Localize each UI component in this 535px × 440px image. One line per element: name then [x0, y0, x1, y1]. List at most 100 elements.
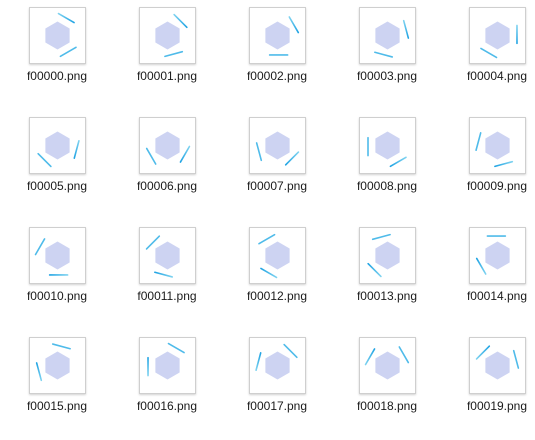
file-name-label[interactable]: f00001.png	[110, 69, 224, 84]
hexagon-shape	[155, 241, 180, 270]
file-item[interactable]: f00001.png	[110, 0, 220, 110]
file-name-label[interactable]: f00009.png	[440, 179, 535, 194]
hexagon-shape	[485, 241, 510, 270]
outer-arc	[365, 15, 381, 30]
file-item[interactable]: f00008.png	[330, 110, 440, 220]
png-thumbnail[interactable]	[249, 227, 306, 284]
file-name-label[interactable]: f00016.png	[110, 399, 224, 414]
file-item[interactable]: f00000.png	[0, 0, 110, 110]
png-thumbnail[interactable]	[29, 117, 86, 174]
file-item[interactable]: f00009.png	[440, 110, 535, 220]
outer-arc	[260, 267, 278, 279]
outer-arc	[503, 123, 518, 139]
file-item[interactable]: f00015.png	[0, 330, 110, 440]
outer-arc	[59, 46, 77, 58]
outer-arc	[73, 139, 80, 159]
file-item[interactable]: f00014.png	[440, 220, 535, 330]
outer-arc	[68, 236, 80, 254]
hexagon-shape	[45, 241, 70, 270]
hexagon-logo-icon	[258, 233, 298, 279]
outer-arc	[145, 22, 152, 42]
file-item[interactable]: f00017.png	[220, 330, 330, 440]
hexagon-shape	[155, 21, 180, 50]
file-item[interactable]: f00012.png	[220, 220, 330, 330]
file-item[interactable]: f00005.png	[0, 110, 110, 220]
file-name-label[interactable]: f00005.png	[0, 179, 114, 194]
png-thumbnail[interactable]	[359, 337, 416, 394]
hexagon-logo-icon	[365, 15, 410, 58]
outer-arc	[512, 349, 520, 369]
hexagon-logo-icon	[145, 125, 191, 165]
hexagon-shape	[155, 351, 180, 380]
file-item[interactable]: f00007.png	[220, 110, 330, 220]
file-name-label[interactable]: f00018.png	[330, 399, 444, 414]
png-thumbnail[interactable]	[249, 337, 306, 394]
file-item[interactable]: f00019.png	[440, 330, 535, 440]
file-icon-grid: f00000.png f00001.png f00002.png f00003.png…	[0, 0, 535, 440]
png-thumbnail[interactable]	[359, 227, 416, 284]
outer-arc	[255, 352, 262, 372]
file-name-label[interactable]: f00004.png	[440, 69, 535, 84]
file-name-label[interactable]: f00011.png	[110, 289, 224, 304]
file-name-label[interactable]: f00010.png	[0, 289, 114, 304]
png-thumbnail[interactable]	[249, 7, 306, 64]
outer-arc	[268, 54, 289, 56]
hexagon-logo-icon	[478, 13, 518, 59]
hexagon-logo-icon	[145, 235, 190, 278]
png-thumbnail[interactable]	[469, 227, 526, 284]
outer-arc	[173, 13, 188, 29]
outer-arc	[367, 262, 382, 278]
hexagon-logo-icon	[367, 233, 410, 278]
file-name-label[interactable]: f00008.png	[330, 179, 444, 194]
png-thumbnail[interactable]	[469, 117, 526, 174]
file-item[interactable]: f00016.png	[110, 330, 220, 440]
png-thumbnail[interactable]	[29, 337, 86, 394]
hexagon-shape	[265, 241, 290, 270]
outer-arc	[182, 239, 190, 259]
png-thumbnail[interactable]	[359, 117, 416, 174]
file-name-label[interactable]: f00017.png	[220, 399, 334, 414]
outer-arc	[402, 19, 410, 39]
outer-arc	[35, 362, 43, 382]
hexagon-shape	[485, 131, 510, 160]
png-thumbnail[interactable]	[139, 117, 196, 174]
file-name-label[interactable]: f00014.png	[440, 289, 535, 304]
png-thumbnail[interactable]	[139, 7, 196, 64]
hexagon-logo-icon	[254, 16, 300, 56]
file-item[interactable]: f00002.png	[220, 0, 330, 110]
png-thumbnail[interactable]	[29, 7, 86, 64]
file-name-label[interactable]: f00007.png	[220, 179, 334, 194]
hexagon-logo-icon	[147, 342, 187, 388]
file-item[interactable]: f00003.png	[330, 0, 440, 110]
file-name-label[interactable]: f00006.png	[110, 179, 224, 194]
file-name-label[interactable]: f00015.png	[0, 399, 114, 414]
hexagon-logo-icon	[364, 346, 410, 386]
outer-arc	[64, 371, 80, 386]
outer-arc	[258, 233, 276, 245]
file-name-label[interactable]: f00013.png	[330, 289, 444, 304]
file-name-label[interactable]: f00003.png	[330, 69, 444, 84]
outer-arc	[179, 145, 191, 163]
outer-arc	[57, 12, 75, 24]
file-item[interactable]: f00013.png	[330, 220, 440, 330]
file-name-label[interactable]: f00019.png	[440, 399, 535, 414]
png-thumbnail[interactable]	[249, 117, 306, 174]
png-thumbnail[interactable]	[469, 337, 526, 394]
outer-arc	[48, 274, 69, 276]
file-item[interactable]: f00010.png	[0, 220, 110, 330]
outer-arc	[478, 13, 496, 25]
file-name-label[interactable]: f00012.png	[220, 289, 334, 304]
file-item[interactable]: f00006.png	[110, 110, 220, 220]
file-item[interactable]: f00011.png	[110, 220, 220, 330]
file-name-label[interactable]: f00002.png	[220, 69, 334, 84]
hexagon-shape	[375, 351, 400, 380]
png-thumbnail[interactable]	[139, 227, 196, 284]
hexagon-shape	[485, 351, 510, 380]
png-thumbnail[interactable]	[29, 227, 86, 284]
file-name-label[interactable]: f00000.png	[0, 69, 114, 84]
png-thumbnail[interactable]	[469, 7, 526, 64]
file-item[interactable]: f00018.png	[330, 330, 440, 440]
png-thumbnail[interactable]	[359, 7, 416, 64]
file-item[interactable]: f00004.png	[440, 0, 535, 110]
png-thumbnail[interactable]	[139, 337, 196, 394]
